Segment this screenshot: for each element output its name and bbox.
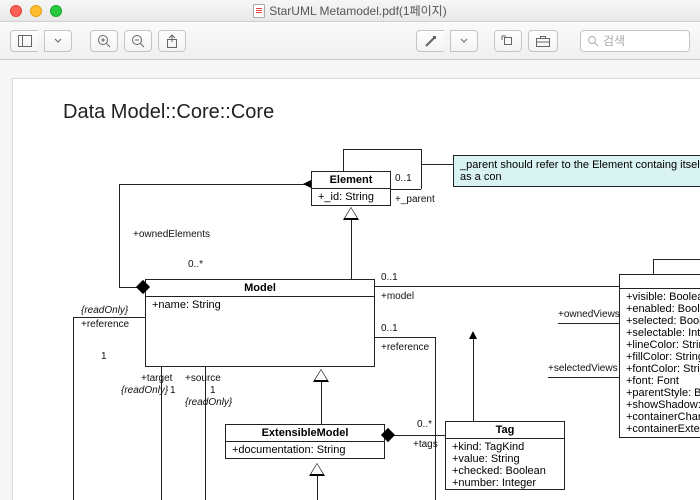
class-attr: +containerChange bbox=[626, 411, 700, 423]
role-ownedviews: +ownedViews bbox=[558, 309, 620, 320]
role-ownedelements: +ownedElements bbox=[133, 229, 210, 240]
pencil-icon bbox=[424, 34, 438, 48]
role-selectedviews: +selectedViews bbox=[548, 363, 618, 374]
class-attr: +value: String bbox=[452, 453, 558, 465]
mult-0s: 0..* bbox=[417, 419, 432, 430]
class-attr: +selectable: Intege bbox=[626, 327, 700, 339]
constraint-readonly: {readOnly} bbox=[121, 385, 168, 396]
class-attr: +containerExtendin bbox=[626, 423, 700, 435]
zoom-out-icon bbox=[131, 34, 145, 48]
toolbar: 검색 bbox=[0, 22, 700, 60]
zoom-in-icon bbox=[97, 34, 111, 48]
class-attr: +fontColor: String bbox=[626, 363, 700, 375]
mult-1: 1 bbox=[170, 385, 176, 396]
class-attr: +lineColor: String bbox=[626, 339, 700, 351]
mult-01: 0..1 bbox=[381, 323, 398, 334]
chevron-down-icon bbox=[54, 38, 62, 44]
class-attr: +visible: Boolean bbox=[626, 291, 700, 303]
class-attr: +number: Integer bbox=[452, 477, 558, 489]
window-title: StarUML Metamodel.pdf(1페이지) bbox=[0, 2, 700, 19]
search-input[interactable]: 검색 bbox=[580, 30, 690, 52]
class-attr: +selected: Boolean bbox=[626, 315, 700, 327]
class-name: ExtensibleModel bbox=[226, 425, 384, 442]
markup-button[interactable] bbox=[528, 30, 558, 52]
class-attr: +parentStyle: Boole bbox=[626, 387, 700, 399]
class-name: Element bbox=[312, 172, 390, 189]
role-source: +source bbox=[185, 373, 221, 384]
class-name: Tag bbox=[446, 422, 564, 439]
class-attr: +checked: Boolean bbox=[452, 465, 558, 477]
constraint-readonly: {readOnly} bbox=[81, 305, 128, 316]
class-attr: +fillColor: String bbox=[626, 351, 700, 363]
mult-0s: 0..* bbox=[188, 259, 203, 270]
toolbox-icon bbox=[535, 35, 551, 47]
constraint-readonly: {readOnly} bbox=[185, 397, 232, 408]
zoom-out-button[interactable] bbox=[124, 30, 152, 52]
class-model: Model +name: String bbox=[145, 279, 375, 367]
annotate-button[interactable] bbox=[416, 30, 444, 52]
class-name: Model bbox=[146, 280, 374, 297]
role-tags: +tags bbox=[413, 439, 438, 450]
window-title-text: StarUML Metamodel.pdf(1페이지) bbox=[269, 2, 446, 19]
sidebar-toggle-button[interactable] bbox=[10, 30, 38, 52]
share-button[interactable] bbox=[158, 30, 186, 52]
pdf-page: Data Model::Core::Core _parent should re… bbox=[12, 78, 700, 500]
uml-note: _parent should refer to the Element cont… bbox=[453, 155, 700, 187]
document-icon bbox=[253, 4, 265, 18]
sidebar-icon bbox=[18, 35, 32, 47]
class-attr: +showShadow: Bo bbox=[626, 399, 700, 411]
annotate-menu-button[interactable] bbox=[450, 30, 478, 52]
class-tag: Tag +kind: TagKind +value: String +check… bbox=[445, 421, 565, 490]
class-element: Element +_id: String bbox=[311, 171, 391, 206]
search-placeholder: 검색 bbox=[603, 32, 625, 49]
search-icon bbox=[587, 35, 599, 47]
class-attr: +_id: String bbox=[312, 189, 390, 205]
mult-1: 1 bbox=[210, 385, 216, 396]
mult-01: 0..1 bbox=[395, 173, 412, 184]
document-viewport[interactable]: Data Model::Core::Core _parent should re… bbox=[0, 60, 700, 500]
class-attr: +name: String bbox=[146, 297, 374, 357]
role-model: +model bbox=[381, 291, 414, 302]
class-view: +visible: Boolean +enabled: Boolean +sel… bbox=[619, 274, 700, 438]
sidebar-menu-button[interactable] bbox=[44, 30, 72, 52]
role-parent: +_parent bbox=[395, 194, 435, 205]
zoom-in-button[interactable] bbox=[90, 30, 118, 52]
rotate-button[interactable] bbox=[494, 30, 522, 52]
diagram-title: Data Model::Core::Core bbox=[63, 101, 274, 124]
role-reference: +reference bbox=[381, 342, 429, 353]
class-attr: +documentation: String bbox=[226, 442, 384, 458]
role-reference: +reference bbox=[81, 319, 129, 330]
mult-1: 1 bbox=[101, 351, 107, 362]
class-extensiblemodel: ExtensibleModel +documentation: String bbox=[225, 424, 385, 459]
class-attr: +kind: TagKind bbox=[452, 441, 558, 453]
rotate-icon bbox=[501, 34, 515, 48]
class-attr: +font: Font bbox=[626, 375, 700, 387]
chevron-down-icon bbox=[460, 38, 468, 44]
share-icon bbox=[166, 34, 178, 48]
class-attr: +enabled: Boolean bbox=[626, 303, 700, 315]
window-titlebar: StarUML Metamodel.pdf(1페이지) bbox=[0, 0, 700, 22]
mult-01: 0..1 bbox=[381, 272, 398, 283]
role-target: +target bbox=[141, 373, 172, 384]
